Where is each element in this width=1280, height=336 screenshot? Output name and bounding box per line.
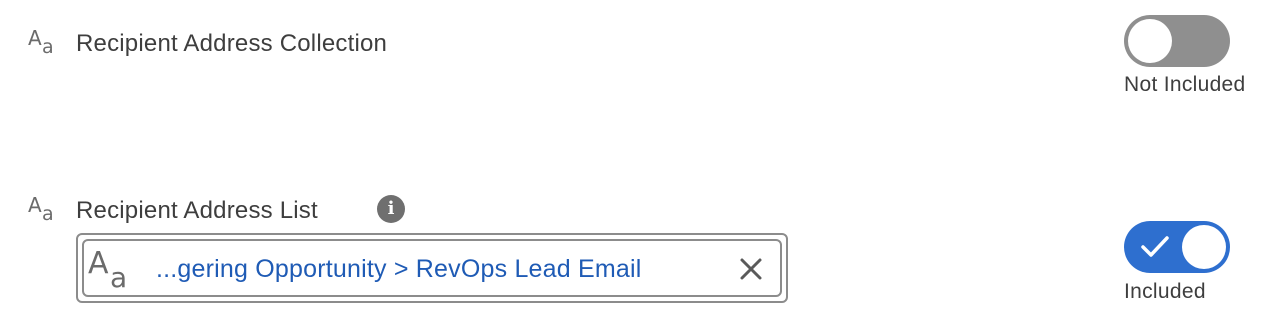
include-toggle[interactable]: [1124, 15, 1230, 67]
field-row-recipient-address-collection: Aa Recipient Address Collection Not Incl…: [0, 0, 1280, 130]
check-icon: [1141, 236, 1169, 257]
value-pill-text: ...gering Opportunity > RevOps Lead Emai…: [156, 255, 642, 283]
toggle-status-text: Included: [1124, 280, 1206, 303]
toggle-knob: [1182, 225, 1226, 269]
text-type-icon: Aa: [28, 193, 54, 225]
field-label: Recipient Address List: [76, 197, 318, 224]
field-label: Recipient Address Collection: [76, 30, 388, 57]
text-type-icon: Aa: [28, 26, 54, 58]
value-pill[interactable]: Aa ...gering Opportunity > RevOps Lead E…: [82, 239, 782, 297]
text-type-icon: Aa: [88, 246, 128, 294]
toggle-knob: [1128, 19, 1172, 63]
close-icon[interactable]: [736, 254, 766, 284]
value-field[interactable]: Aa ...gering Opportunity > RevOps Lead E…: [76, 233, 788, 303]
toggle-status-text: Not Included: [1124, 73, 1246, 96]
info-icon[interactable]: i: [377, 195, 405, 223]
include-toggle[interactable]: [1124, 221, 1230, 273]
